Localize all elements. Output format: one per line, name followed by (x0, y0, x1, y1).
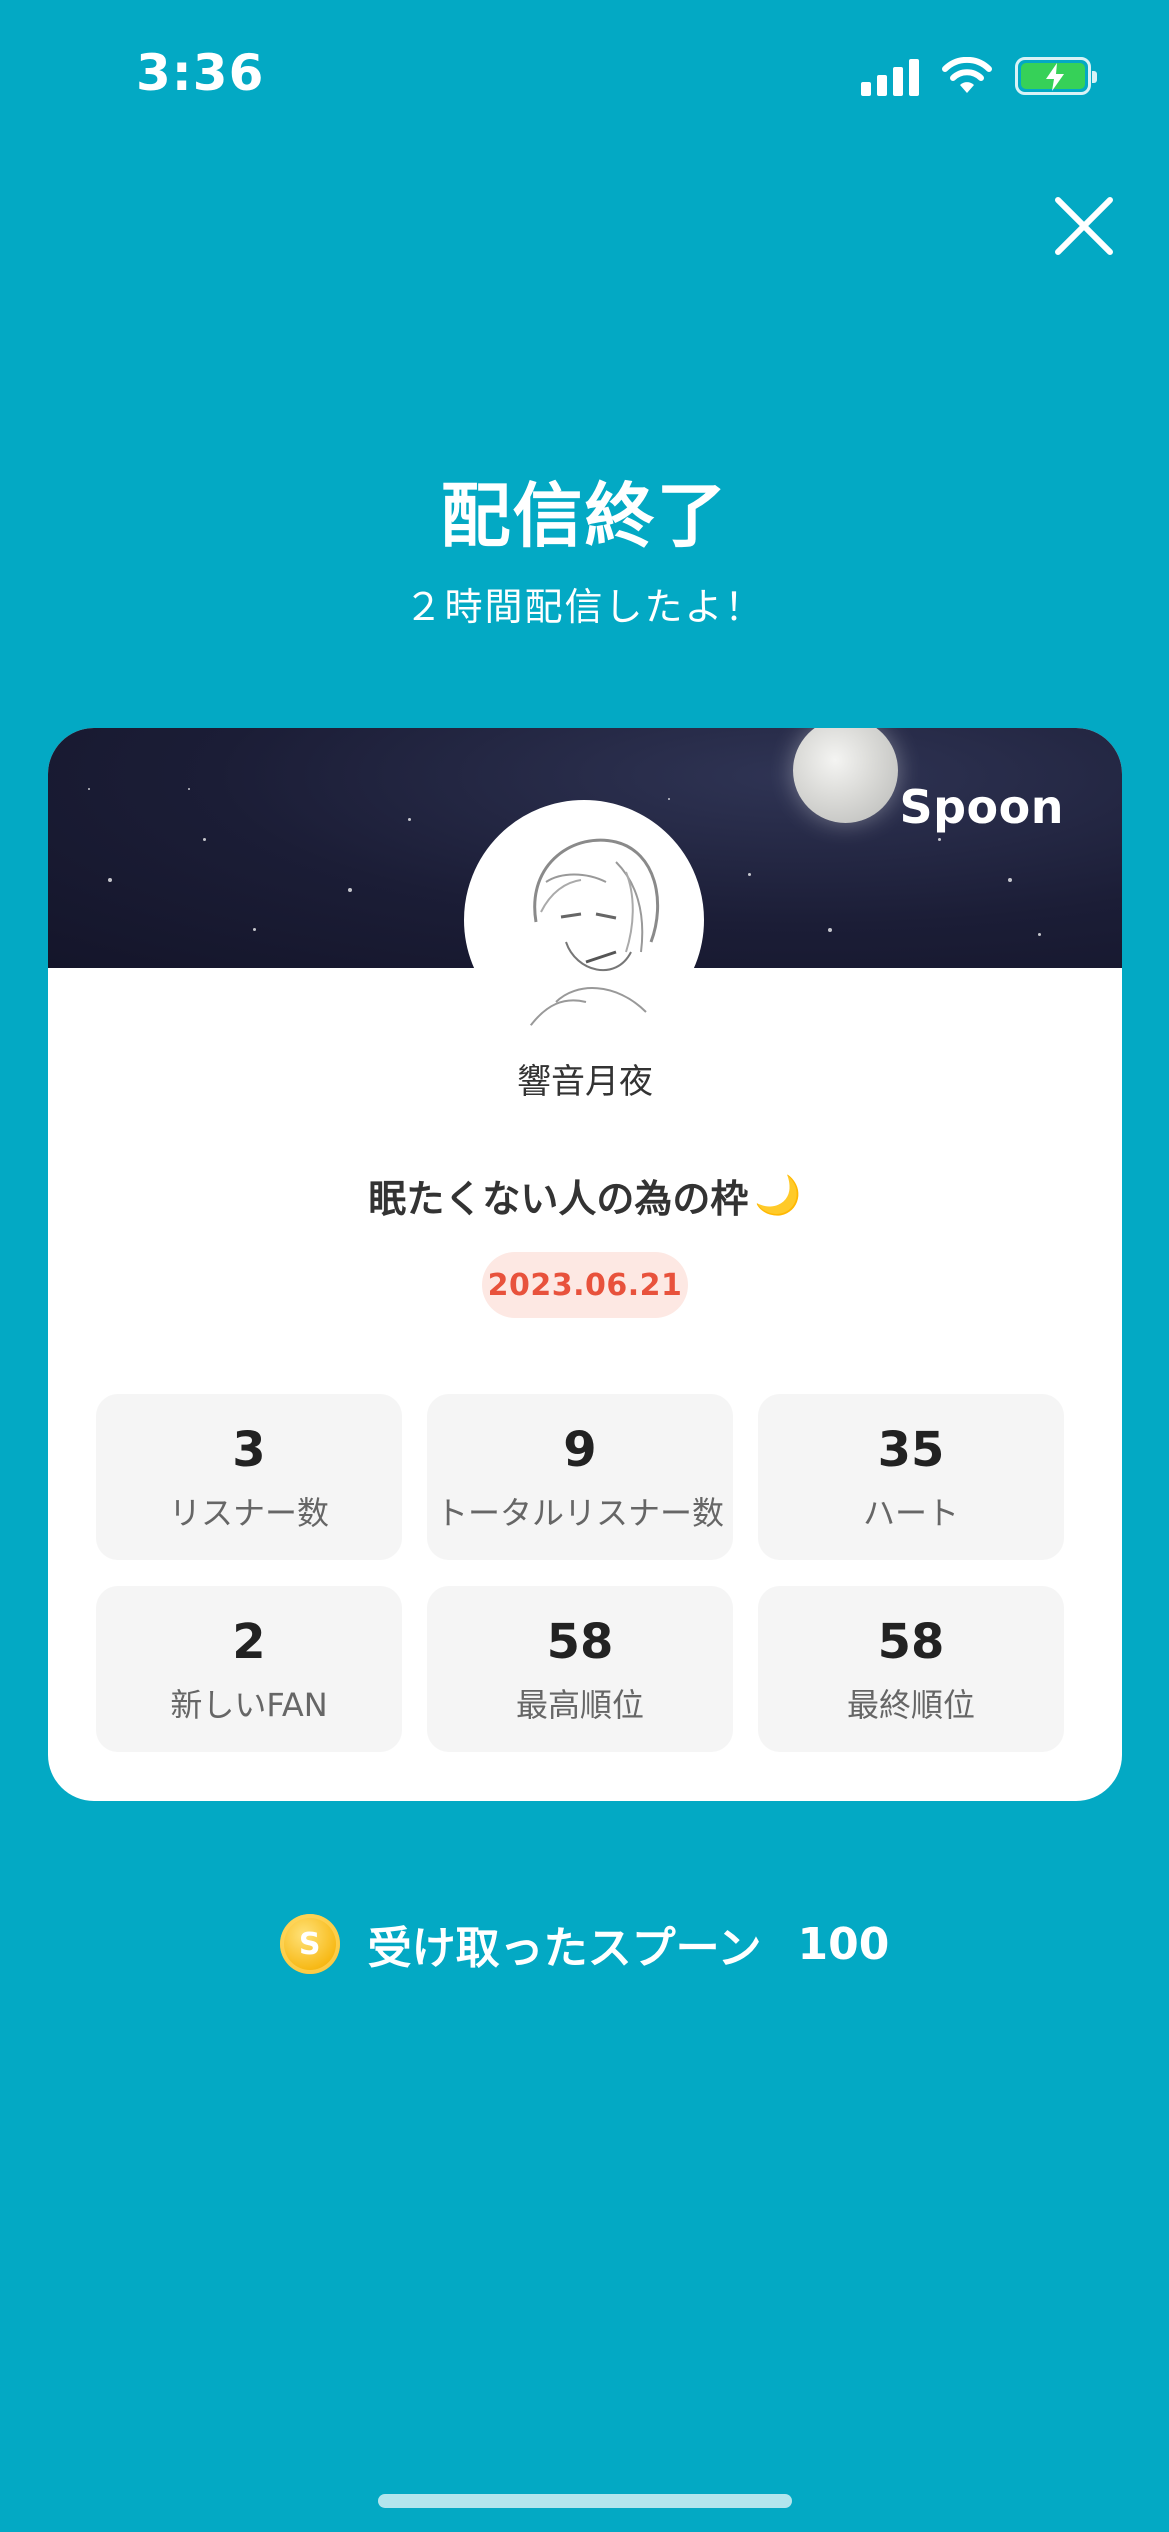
stat-label: トータルリスナー数 (435, 1494, 724, 1532)
crescent-moon-icon: 🌙 (754, 1173, 802, 1217)
broadcast-date-badge: 2023.06.21 (482, 1252, 688, 1318)
home-indicator[interactable] (378, 2494, 792, 2508)
stat-value: 35 (877, 1422, 945, 1478)
stat-label: リスナー数 (168, 1494, 329, 1532)
stat-total-listeners: 9 トータルリスナー数 (427, 1394, 733, 1560)
stat-listeners: 3 リスナー数 (96, 1394, 402, 1560)
spoon-coin-icon: S (279, 1914, 340, 1974)
broadcast-ended-screen: 3:36 配信終了 ２時間配信したよ！ Spoon 響音月夜 眠たくない人の為の… (0, 0, 1169, 2532)
stat-hearts: 35 ハート (758, 1394, 1064, 1560)
cellular-signal-icon (861, 56, 919, 96)
stream-title-text: 眠たくない人の為の枠 (368, 1177, 749, 1221)
spoons-received-amount: 100 (797, 1918, 890, 1970)
spoons-received: S 受け取ったスプーン 100 (0, 1912, 1169, 1976)
wifi-icon (942, 57, 992, 93)
stat-label: 新しいFAN (170, 1686, 328, 1724)
close-icon (1055, 197, 1113, 255)
stat-label: 最終順位 (846, 1686, 975, 1724)
spoon-logo: Spoon (899, 780, 1064, 834)
stat-label: 最高順位 (515, 1686, 644, 1724)
stat-value: 3 (232, 1422, 266, 1478)
status-icons (861, 54, 1097, 98)
stat-label: ハート (862, 1494, 959, 1532)
broadcast-summary-card: Spoon 響音月夜 眠たくない人の為の枠 🌙 2023.06.21 3 リスナ… (48, 728, 1122, 1801)
stat-value: 2 (232, 1614, 266, 1670)
broadcaster-name: 響音月夜 (517, 1062, 653, 1102)
close-button[interactable] (1052, 194, 1116, 258)
moon-image (793, 728, 898, 823)
stat-new-fans: 2 新しいFAN (96, 1586, 402, 1752)
stat-highest-rank: 58 最高順位 (427, 1586, 733, 1752)
spoons-received-label: 受け取ったスプーン (367, 1923, 762, 1974)
stat-value: 58 (877, 1614, 945, 1670)
stat-final-rank: 58 最終順位 (758, 1586, 1064, 1752)
status-time: 3:36 (136, 44, 265, 102)
avatar (464, 800, 704, 1040)
stream-title: 眠たくない人の為の枠 🌙 (48, 1168, 1122, 1223)
stats-grid: 3 リスナー数 9 トータルリスナー数 35 ハート 2 新しいFAN 58 最… (96, 1394, 1064, 1752)
broadcast-duration-text: ２時間配信したよ！ (404, 585, 765, 629)
battery-charging-icon (1015, 57, 1097, 95)
page-title: 配信終了 (440, 475, 729, 557)
stat-value: 9 (563, 1422, 597, 1478)
stat-value: 58 (546, 1614, 614, 1670)
